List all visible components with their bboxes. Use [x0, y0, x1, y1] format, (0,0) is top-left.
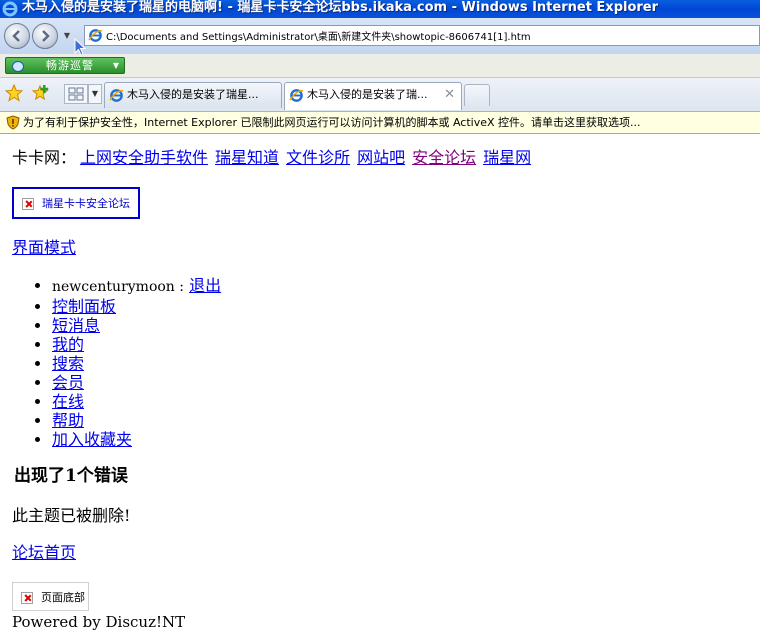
forward-button[interactable] [32, 23, 58, 49]
information-bar[interactable]: 为了有利于保护安全性，Internet Explorer 已限制此网页运行可以访… [0, 112, 760, 134]
links-toolbar: 畅游巡警 ▼ [0, 54, 760, 78]
list-item: 帮助 [52, 411, 221, 430]
back-button[interactable] [4, 23, 30, 49]
list-item: 控制面板 [52, 297, 221, 316]
tab-2-label: 木马入侵的是安装了瑞... [307, 88, 428, 101]
close-tab-icon[interactable]: ✕ [444, 83, 455, 107]
toolbar-green-button[interactable]: 畅游巡警 ▼ [5, 57, 125, 74]
page-icon [88, 28, 103, 47]
forum-logo-link[interactable]: 瑞星卡卡安全论坛 [12, 187, 140, 219]
ie-logo-icon [2, 1, 18, 17]
chevron-down-icon: ▼ [112, 61, 119, 70]
list-item: newcenturymoon : 退出 [52, 276, 221, 297]
page-bottom-image-link[interactable]: 页面底部 [12, 582, 89, 611]
quick-tabs-button[interactable] [64, 84, 88, 104]
user-menu: newcenturymoon : 退出 控制面板 短消息 我的 搜索 会员 在线… [12, 276, 221, 449]
back-arrow-icon [12, 30, 20, 42]
window-title-bar[interactable]: 木马入侵的是安装了瑞星的电脑啊! - 瑞星卡卡安全论坛bbs.ikaka.com… [0, 0, 760, 18]
add-favorite-icon[interactable] [31, 84, 50, 106]
nav-prefix: 卡卡网： [12, 148, 77, 167]
information-bar-text: 为了有利于保护安全性，Internet Explorer 已限制此网页运行可以访… [23, 116, 641, 129]
menu-link-add-favorites[interactable]: 加入收藏夹 [52, 430, 132, 449]
shield-warning-icon [6, 115, 20, 134]
broken-image-icon [22, 198, 34, 210]
nav-link-rising[interactable]: 瑞星网 [483, 148, 531, 167]
top-navigation: 卡卡网： 上网安全助手软件 瑞星知道 文件诊所 网站吧 安全论坛 瑞星网 [12, 148, 538, 168]
menu-link-messages[interactable]: 短消息 [52, 316, 100, 335]
list-item: 加入收藏夹 [52, 430, 221, 449]
ie-page-icon [289, 88, 304, 110]
quick-tabs-icon [68, 87, 84, 101]
menu-link-mine[interactable]: 我的 [52, 335, 84, 354]
toolbar-green-button-label: 畅游巡警 [46, 59, 94, 72]
powered-by-text: Powered by Discuz!NT [12, 613, 186, 631]
menu-link-help[interactable]: 帮助 [52, 411, 84, 430]
list-item: 短消息 [52, 316, 221, 335]
globe-icon [12, 61, 24, 72]
forum-home-link[interactable]: 论坛首页 [12, 543, 76, 563]
menu-link-search[interactable]: 搜索 [52, 354, 84, 373]
tab-list-dropdown[interactable]: ▼ [88, 84, 102, 104]
nav-link-zhidao[interactable]: 瑞星知道 [215, 148, 279, 167]
address-row: ▼ [0, 18, 760, 54]
error-title: 出现了1个错误 [14, 466, 128, 486]
address-bar[interactable] [84, 25, 760, 46]
address-input[interactable] [106, 27, 756, 44]
tab-1[interactable]: 木马入侵的是安装了瑞星... [104, 82, 282, 108]
interface-mode-link[interactable]: 界面模式 [12, 238, 76, 258]
footer-alt-text: 页面底部 [41, 591, 85, 604]
list-item: 在线 [52, 392, 221, 411]
menu-link-members[interactable]: 会员 [52, 373, 84, 392]
menu-link-control-panel[interactable]: 控制面板 [52, 297, 116, 316]
error-message: 此主题已被删除! [12, 506, 131, 525]
nav-link-security-forum[interactable]: 安全论坛 [412, 148, 476, 167]
list-item: 我的 [52, 335, 221, 354]
favorites-star-icon[interactable] [4, 83, 24, 106]
tab-2-active[interactable]: 木马入侵的是安装了瑞... ✕ [284, 82, 462, 110]
ie-page-icon [109, 88, 124, 108]
recent-pages-dropdown[interactable]: ▼ [62, 31, 72, 41]
tab-1-label: 木马入侵的是安装了瑞星... [127, 88, 259, 101]
window-title: 木马入侵的是安装了瑞星的电脑啊! - 瑞星卡卡安全论坛bbs.ikaka.com… [22, 0, 659, 15]
tab-row: ▼ 木马入侵的是安装了瑞星... 木马入侵的是安装了瑞... ✕ [0, 78, 760, 112]
nav-link-site-bar[interactable]: 网站吧 [357, 148, 405, 167]
list-item: 搜索 [52, 354, 221, 373]
list-item: 会员 [52, 373, 221, 392]
new-tab-button[interactable] [464, 84, 490, 106]
logo-alt-text: 瑞星卡卡安全论坛 [42, 197, 130, 210]
nav-link-file-clinic[interactable]: 文件诊所 [286, 148, 350, 167]
username: newcenturymoon : [52, 279, 184, 295]
forward-arrow-icon [42, 30, 50, 42]
nav-link-assistant[interactable]: 上网安全助手软件 [80, 148, 208, 167]
menu-link-online[interactable]: 在线 [52, 392, 84, 411]
broken-image-icon [21, 592, 33, 604]
logout-link[interactable]: 退出 [189, 276, 221, 295]
